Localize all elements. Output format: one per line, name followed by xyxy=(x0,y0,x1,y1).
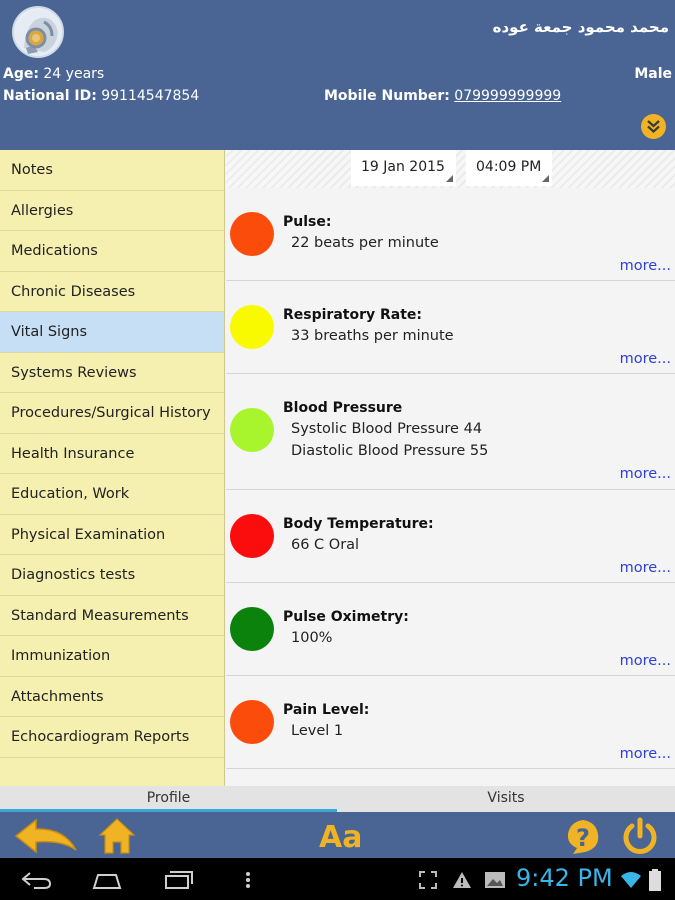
vital-value: 66 C Oral xyxy=(291,537,360,553)
more-link[interactable]: more... xyxy=(620,466,671,482)
vital-card-pain-level[interactable]: Pain Level: Level 1 more... xyxy=(226,676,675,769)
patient-header: محمد محمود جمعة عوده Age: 24 years Natio… xyxy=(0,0,675,150)
system-home-icon[interactable] xyxy=(90,870,124,890)
power-button[interactable] xyxy=(620,816,660,860)
battery-icon xyxy=(649,869,661,891)
patient-mobile: Mobile Number: 079999999999 xyxy=(324,88,561,104)
font-size-icon: Aa xyxy=(319,820,362,855)
status-indicator-dot xyxy=(230,607,274,651)
dropdown-corner-icon xyxy=(542,175,549,182)
vital-title: Pulse: xyxy=(283,214,332,230)
sidebar-menu: Notes Allergies Medications Chronic Dise… xyxy=(0,150,225,786)
bottom-toolbar: Aa ? xyxy=(0,812,675,858)
tab-profile[interactable]: Profile xyxy=(0,786,337,812)
vital-title: Pain Level: xyxy=(283,702,370,718)
patient-gender: Male xyxy=(634,66,672,82)
vital-signs-panel: 19 Jan 2015 04:09 PM Pulse: 22 beats per… xyxy=(226,150,675,786)
sidebar-item-allergies[interactable]: Allergies xyxy=(0,191,224,231)
back-button[interactable] xyxy=(12,816,80,860)
vital-card-pulse-oximetry[interactable]: Pulse Oximetry: 100% more... xyxy=(226,583,675,676)
sidebar-item-standard-measurements[interactable]: Standard Measurements xyxy=(0,596,224,636)
vital-value: Level 1 xyxy=(291,723,344,739)
sidebar-item-echocardiogram-reports[interactable]: Echocardiogram Reports xyxy=(0,717,224,758)
national-id-value: 99114547854 xyxy=(96,88,200,104)
system-navigation-bar: 9:42 PM xyxy=(0,858,675,900)
tab-visits[interactable]: Visits xyxy=(337,786,675,812)
more-link[interactable]: more... xyxy=(620,653,671,669)
vital-title: Blood Pressure xyxy=(283,400,403,416)
warning-icon xyxy=(453,872,471,888)
vital-title: Respiratory Rate: xyxy=(283,307,423,323)
vital-title: Body Temperature: xyxy=(283,516,434,532)
vital-value: 33 breaths per minute xyxy=(291,328,454,344)
sidebar-item-vital-signs[interactable]: Vital Signs xyxy=(0,312,224,353)
wifi-icon xyxy=(621,872,641,888)
status-indicator-dot xyxy=(230,408,274,452)
vital-card-pulse[interactable]: Pulse: 22 beats per minute more... xyxy=(226,188,675,281)
sidebar-item-immunization[interactable]: Immunization xyxy=(0,636,224,677)
system-back-icon[interactable] xyxy=(20,870,52,890)
sidebar-item-chronic-diseases[interactable]: Chronic Diseases xyxy=(0,272,224,312)
national-id-label: National ID: xyxy=(3,88,97,104)
patient-age: Age: 24 years xyxy=(3,66,104,82)
help-button[interactable]: ? xyxy=(563,816,603,860)
avatar-image xyxy=(16,10,62,56)
sidebar-item-physical-examination[interactable]: Physical Examination xyxy=(0,515,224,555)
more-link[interactable]: more... xyxy=(620,258,671,274)
status-indicator-dot xyxy=(230,212,274,256)
vital-card-body-temperature[interactable]: Body Temperature: 66 C Oral more... xyxy=(226,490,675,583)
date-time-bar: 19 Jan 2015 04:09 PM xyxy=(226,150,675,188)
vital-card-respiratory-rate[interactable]: Respiratory Rate: 33 breaths per minute … xyxy=(226,281,675,374)
vital-title: Pulse Oximetry: xyxy=(283,609,409,625)
sidebar-item-attachments[interactable]: Attachments xyxy=(0,677,224,717)
patient-national-id: National ID: 99114547854 xyxy=(3,88,199,104)
more-link[interactable]: more... xyxy=(620,746,671,762)
app-window: محمد محمود جمعة عوده Age: 24 years Natio… xyxy=(0,0,675,900)
sidebar-item-diagnostics-tests[interactable]: Diagnostics tests xyxy=(0,555,224,596)
date-value: 19 Jan 2015 xyxy=(361,159,445,175)
date-picker[interactable]: 19 Jan 2015 xyxy=(351,150,456,186)
vital-value: Diastolic Blood Pressure 55 xyxy=(291,443,489,459)
font-size-label: Aa xyxy=(319,820,360,852)
recent-apps-icon[interactable] xyxy=(162,870,194,890)
time-picker[interactable]: 04:09 PM xyxy=(466,150,552,186)
status-indicator-dot xyxy=(230,305,274,349)
status-indicator-dot xyxy=(230,514,274,558)
mobile-label: Mobile Number: xyxy=(324,88,450,104)
sidebar-item-systems-reviews[interactable]: Systems Reviews xyxy=(0,353,224,393)
avatar[interactable] xyxy=(12,6,64,58)
sidebar-item-procedures-surgical-history[interactable]: Procedures/Surgical History xyxy=(0,393,224,434)
vital-card-blood-pressure[interactable]: Blood Pressure Systolic Blood Pressure 4… xyxy=(226,374,675,490)
sidebar-item-medications[interactable]: Medications xyxy=(0,231,224,272)
vital-value: 100% xyxy=(291,630,333,646)
patient-name: محمد محمود جمعة عوده xyxy=(492,18,669,36)
sidebar-item-health-insurance[interactable]: Health Insurance xyxy=(0,434,224,474)
fullscreen-icon xyxy=(419,871,437,889)
age-value: 24 years xyxy=(38,66,105,82)
vital-value: Systolic Blood Pressure 44 xyxy=(291,421,483,437)
age-label: Age: xyxy=(3,66,39,82)
svg-text:?: ? xyxy=(576,824,590,852)
more-link[interactable]: more... xyxy=(620,560,671,576)
help-icon: ? xyxy=(567,820,599,854)
mobile-number-link[interactable]: 079999999999 xyxy=(454,88,561,104)
dropdown-corner-icon xyxy=(446,175,453,182)
image-icon xyxy=(485,872,505,888)
font-size-button[interactable]: Aa xyxy=(318,818,362,856)
more-link[interactable]: more... xyxy=(620,351,671,367)
back-arrow-icon xyxy=(14,818,77,854)
home-button[interactable] xyxy=(98,816,136,860)
status-clock: 9:42 PM xyxy=(516,864,613,892)
home-icon xyxy=(98,818,136,854)
double-chevron-down-icon xyxy=(647,120,660,133)
status-indicator-dot xyxy=(230,700,274,744)
time-value: 04:09 PM xyxy=(476,159,542,175)
sidebar-item-notes[interactable]: Notes xyxy=(0,150,224,191)
menu-dots-icon[interactable] xyxy=(240,870,256,890)
sidebar-item-education-work[interactable]: Education, Work xyxy=(0,474,224,515)
power-icon xyxy=(623,817,657,854)
bottom-tab-bar: Profile Visits xyxy=(0,786,675,812)
vital-value: 22 beats per minute xyxy=(291,235,439,251)
expand-header-button[interactable] xyxy=(641,114,666,139)
